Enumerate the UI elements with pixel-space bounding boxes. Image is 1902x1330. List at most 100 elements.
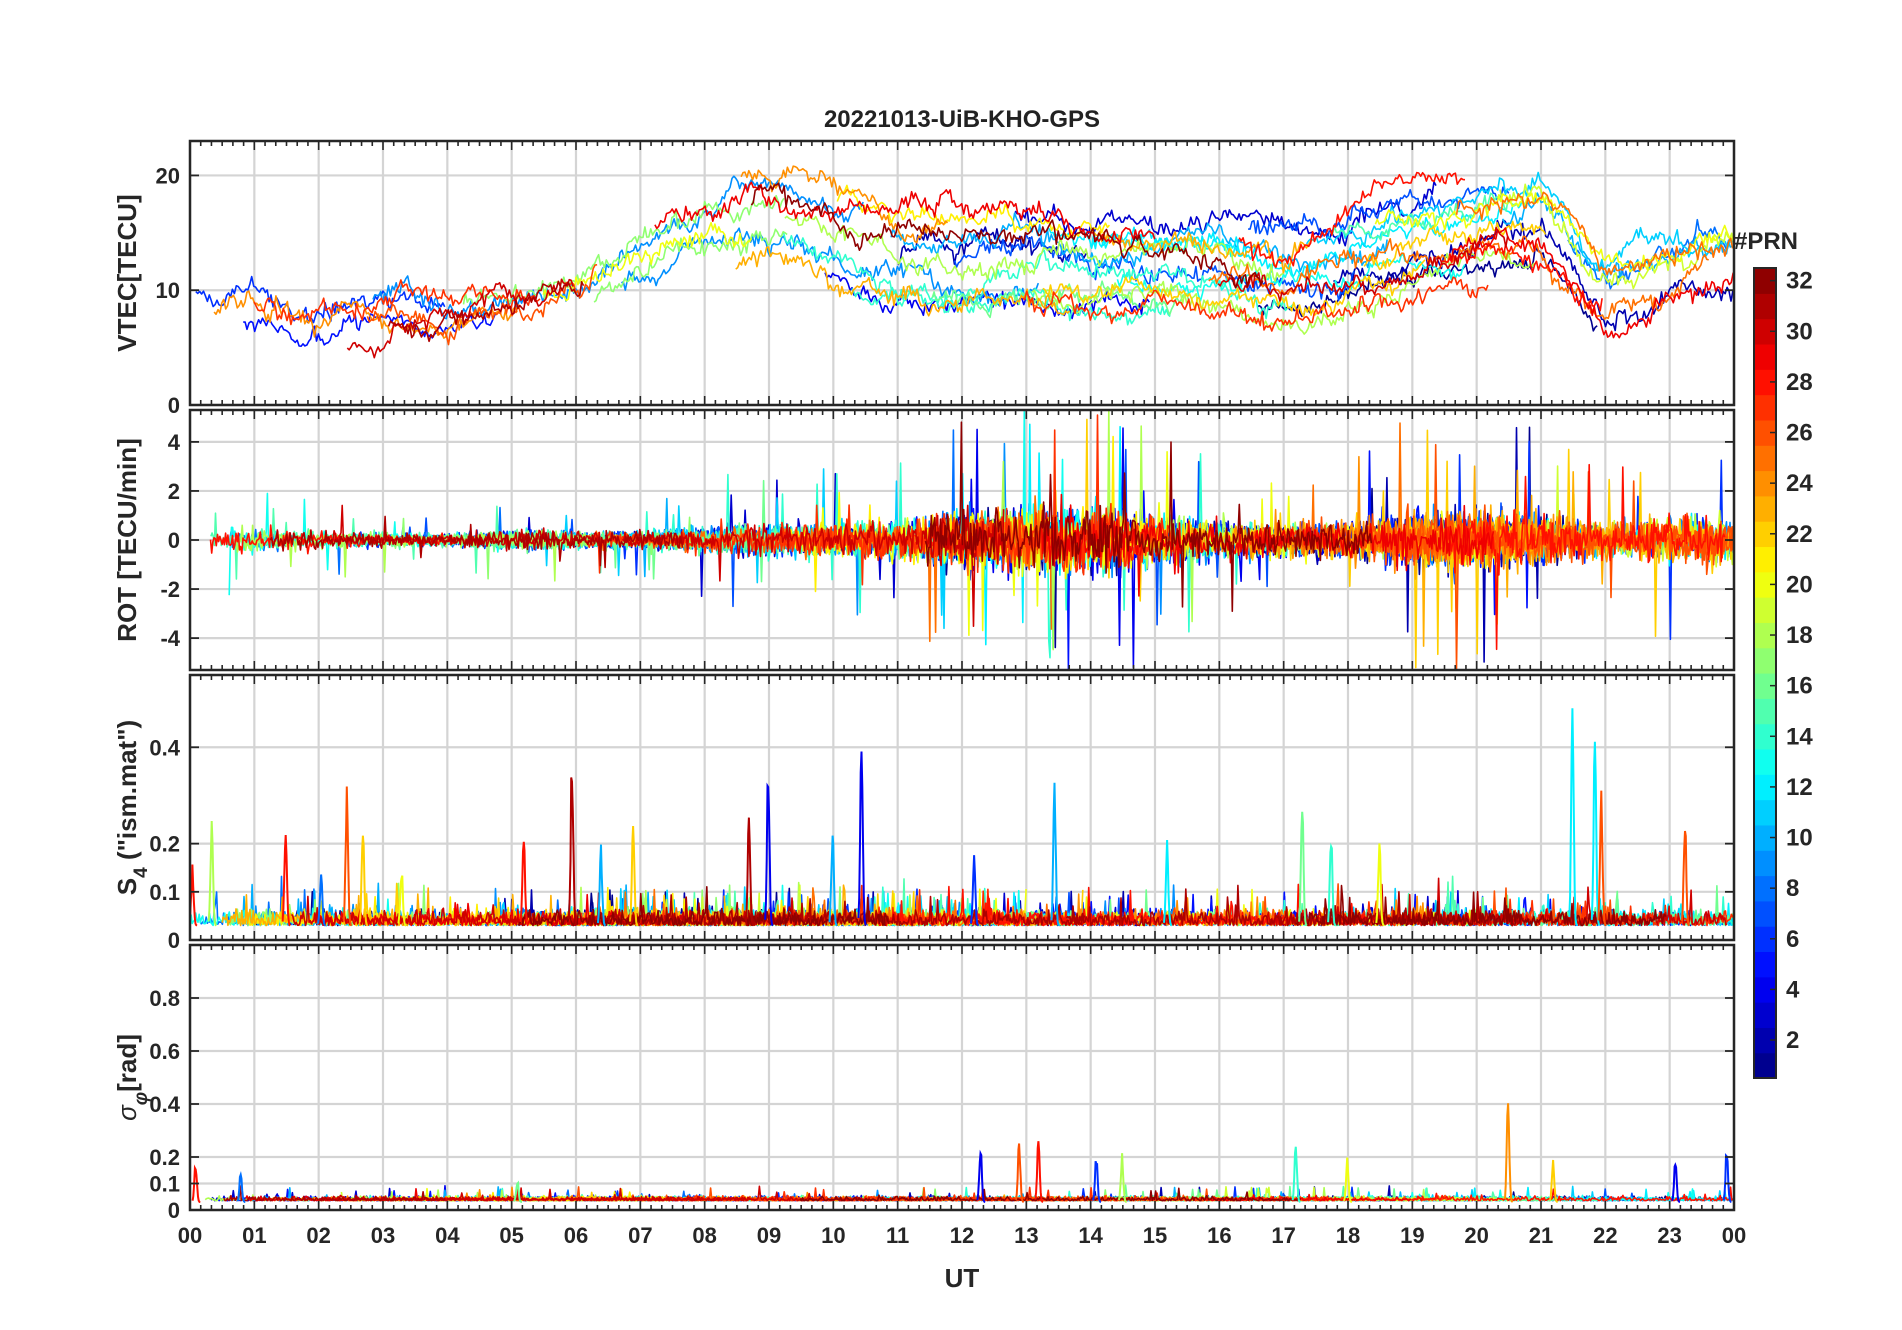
y-tick-label: 0.1 (149, 880, 180, 905)
colorbar-tick-label: 10 (1786, 825, 1813, 852)
x-axis-label: UT (945, 1263, 980, 1293)
series-line-prn-2 (1333, 217, 1734, 332)
series-line-prn-15 (1329, 192, 1519, 241)
x-tick-label: 17 (1271, 1223, 1295, 1248)
x-tick-label: 02 (306, 1223, 330, 1248)
series-line-prn-32 (924, 421, 1373, 612)
colorbar-tick-label: 4 (1786, 976, 1800, 1003)
series-line-prn-26 (366, 264, 598, 346)
y-tick-label: 0 (168, 928, 180, 953)
x-tick-label: 03 (371, 1223, 395, 1248)
spike-5 (1034, 1141, 1044, 1203)
y-tick-label: -4 (160, 626, 180, 651)
x-tick-label: 12 (950, 1223, 974, 1248)
colorbar-swatch (1754, 546, 1776, 573)
y-tick-label: 0.1 (149, 1172, 180, 1197)
y-tick-label: 0.2 (149, 832, 180, 857)
x-tick-label: 20 (1464, 1223, 1488, 1248)
colorbar-swatch (1754, 495, 1776, 522)
y-tick-label: 0 (168, 528, 180, 553)
x-tick-label: 08 (692, 1223, 716, 1248)
colorbar-swatch (1754, 850, 1776, 877)
y-tick-label: 0.4 (149, 735, 180, 760)
y-axis-label: σφ[rad] (112, 1034, 152, 1121)
panel-rot: -4 -2 0 2 4 ROT [TECU/min] (112, 408, 1736, 672)
colorbar-tick-label: 6 (1786, 926, 1799, 953)
colorbar-tick-label: 30 (1786, 318, 1813, 345)
panel-sigma: 00.10.2 0.4 0.6 0.8 σφ[rad] 00 01 02 03 04 05 06 07 0… (112, 943, 1746, 1248)
spike-6 (1092, 1160, 1102, 1203)
x-tick-label: 19 (1400, 1223, 1424, 1248)
colorbar-swatch (1754, 748, 1776, 775)
colorbar-swatch (1754, 647, 1776, 674)
x-tick-label: 00 (1722, 1223, 1746, 1248)
spike-2 (342, 786, 353, 927)
spike-0 (207, 820, 217, 927)
colorbar-tick-label: 2 (1786, 1027, 1799, 1054)
colorbar-swatch (1754, 343, 1776, 370)
x-tick-label: 06 (564, 1223, 588, 1248)
spike-4 (1015, 1143, 1025, 1203)
x-tick-label: 16 (1207, 1223, 1231, 1248)
y-tick-label: 4 (168, 430, 181, 455)
colorbar-swatch (1754, 597, 1776, 623)
chart-title: 20221013-UiB-KHO-GPS (824, 106, 1100, 133)
colorbar-tick-label: 32 (1786, 268, 1813, 295)
y-tick-label: 0.2 (149, 1145, 180, 1170)
series-group (195, 165, 1734, 359)
y-tick-label: -2 (160, 577, 180, 602)
x-tick-label: 11 (886, 1223, 909, 1248)
x-tick-label: 04 (435, 1223, 460, 1248)
y-tick-label: 2 (168, 479, 180, 504)
x-tick-label: 01 (242, 1223, 266, 1248)
colorbar-tick-label: 28 (1786, 369, 1813, 396)
colorbar-swatch (1754, 445, 1776, 472)
x-tick-label: 00 (178, 1223, 202, 1248)
spike-10 (1504, 1103, 1514, 1203)
x-tick-label: 09 (757, 1223, 781, 1248)
y-axis-label: ROT [TECU/min] (112, 438, 142, 642)
colorbar-swatch (1754, 799, 1776, 826)
series-group (209, 410, 1734, 670)
colorbar-tick-label: 22 (1786, 521, 1813, 548)
colorbar-tick-label: 24 (1786, 470, 1813, 497)
y-tick-label: 0.4 (149, 1092, 180, 1117)
x-tick-label: 05 (499, 1223, 523, 1248)
y-tick-label: 20 (156, 163, 180, 188)
colorbar-swatch (1754, 951, 1776, 978)
colorbar-tick-label: 12 (1786, 774, 1813, 801)
x-tick-label: 07 (628, 1223, 652, 1248)
colorbar-tick-label: 20 (1786, 571, 1813, 598)
tec-scintillation-figure: 20221013-UiB-KHO-GPS 01020VTEC[TECU]-4-2… (112, 106, 1813, 1293)
colorbar-swatch (1754, 1002, 1776, 1028)
x-tick-label: 21 (1529, 1223, 1553, 1248)
x-tick-label: 22 (1593, 1223, 1617, 1248)
colorbar-swatch (1754, 293, 1776, 320)
colorbar-swatch (1754, 1052, 1776, 1079)
colorbar-label: #PRN (1734, 228, 1798, 255)
colorbar-swatch (1754, 698, 1776, 725)
x-tick-label: 15 (1143, 1223, 1167, 1248)
panel-s4: 0 0.1 0.2 0.4S4 ("ism.mat") (112, 673, 1736, 953)
x-tick-label: 10 (821, 1223, 845, 1248)
prn-colorbar: 2468101214161820222426283032#PRN (1734, 228, 1813, 1079)
colorbar-tick-label: 8 (1786, 875, 1799, 902)
colorbar-tick-label: 14 (1786, 723, 1813, 750)
y-tick-label: 0.8 (149, 986, 180, 1011)
series-line-prn-7 (1248, 186, 1510, 240)
colorbar-swatch (1754, 394, 1776, 421)
y-tick-label: 0.6 (149, 1039, 180, 1064)
series-line-prn-28 (1238, 171, 1466, 269)
x-tick-label: 14 (1078, 1223, 1103, 1248)
y-tick-label: 10 (156, 278, 180, 303)
colorbar-tick-label: 26 (1786, 420, 1813, 447)
x-tick-label: 23 (1657, 1223, 1681, 1248)
colorbar-tick-label: 18 (1786, 622, 1813, 649)
y-tick-label: 0 (168, 1198, 180, 1223)
y-axis-label: S4 ("ism.mat") (112, 720, 152, 895)
series-group (191, 1103, 1734, 1203)
y-axis-label: VTEC[TECU] (112, 194, 142, 351)
x-tick-label: 18 (1336, 1223, 1360, 1248)
colorbar-swatch (1754, 900, 1776, 927)
x-tick-label: 13 (1014, 1223, 1038, 1248)
